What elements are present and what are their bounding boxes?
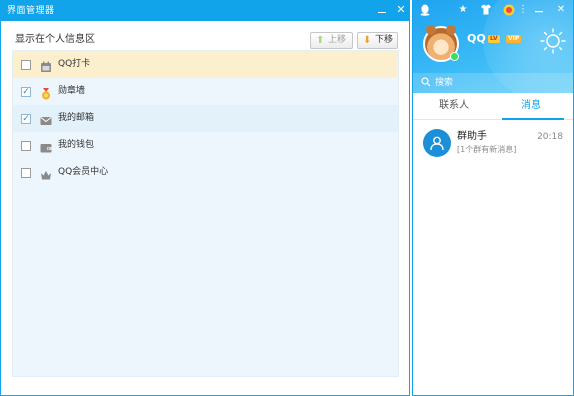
desktop: 界面管理器 ✕ 显示在个人信息区 ⬆ 上移 ⬇ 下移 QQ打卡 ✓ 勋章墙 ✓ … xyxy=(0,0,574,396)
arrow-up-icon: ⬆ xyxy=(316,35,325,46)
message-item-group-assistant[interactable]: 群助手 20:18 [1个群有新消息] xyxy=(413,125,573,163)
list-item-label: 勋章墙 xyxy=(58,86,86,96)
list-item-medal-wall[interactable]: ✓ 勋章墙 xyxy=(13,78,398,105)
profile-header: ★ ⋮ ✕ QQ LV VIP 搜索 xyxy=(413,0,573,93)
tab-contacts[interactable]: 联系人 xyxy=(439,100,469,112)
shirt-icon[interactable] xyxy=(480,4,492,16)
active-tab-indicator xyxy=(502,118,564,120)
list-item-qq-vip-center[interactable]: QQ会员中心 xyxy=(13,159,398,186)
more-menu-icon[interactable]: ⋮ xyxy=(517,4,529,16)
close-icon[interactable]: ✕ xyxy=(394,3,408,17)
list-item-label: QQ打卡 xyxy=(58,59,91,69)
search-input[interactable]: 搜索 xyxy=(413,73,573,93)
dialog-titlebar[interactable]: 界面管理器 ✕ xyxy=(1,1,409,21)
crown-icon xyxy=(40,166,52,180)
checkbox-checked[interactable]: ✓ xyxy=(21,114,31,124)
list-item-label: 我的邮箱 xyxy=(58,113,95,123)
minimize-icon[interactable] xyxy=(375,3,389,17)
group-assistant-avatar xyxy=(423,129,451,157)
message-time: 20:18 xyxy=(537,132,563,142)
search-icon xyxy=(421,77,431,87)
group-assistant-icon xyxy=(430,136,444,151)
section-label: 显示在个人信息区 xyxy=(15,34,95,45)
list-item-qq-checkin[interactable]: QQ打卡 xyxy=(13,51,398,78)
list-item-my-wallet[interactable]: 我的钱包 xyxy=(13,132,398,159)
mail-icon xyxy=(40,112,52,125)
wallet-icon xyxy=(40,139,52,153)
checkbox[interactable] xyxy=(21,141,31,151)
qq-logo-icon xyxy=(419,4,431,16)
move-up-button[interactable]: ⬆ 上移 xyxy=(310,32,353,49)
weather-sun-icon[interactable] xyxy=(540,28,566,54)
medal-icon xyxy=(40,85,52,100)
checkbox[interactable] xyxy=(21,60,31,70)
move-up-label: 上移 xyxy=(328,35,347,45)
mascot-icon[interactable] xyxy=(503,4,515,16)
dialog-title: 界面管理器 xyxy=(7,6,55,16)
nickname[interactable]: QQ xyxy=(467,32,486,45)
list-item-my-mailbox[interactable]: ✓ 我的邮箱 xyxy=(13,105,398,132)
level-badge[interactable]: LV xyxy=(488,35,500,43)
list-item-label: QQ会员中心 xyxy=(58,167,109,177)
interface-manager-dialog: 界面管理器 ✕ 显示在个人信息区 ⬆ 上移 ⬇ 下移 QQ打卡 ✓ 勋章墙 ✓ … xyxy=(0,0,410,396)
message-name: 群助手 xyxy=(457,131,487,142)
tab-messages[interactable]: 消息 xyxy=(521,100,541,112)
arrow-down-icon: ⬇ xyxy=(363,35,372,46)
vip-badge[interactable]: VIP xyxy=(506,35,522,43)
qq-main-panel: ★ ⋮ ✕ QQ LV VIP 搜索 联系人 消息 群助手 20:18 [1个群… xyxy=(412,0,574,396)
message-preview: [1个群有新消息] xyxy=(457,145,517,154)
minimize-icon[interactable] xyxy=(533,4,545,16)
checkbox[interactable] xyxy=(21,168,31,178)
checkbox-checked[interactable]: ✓ xyxy=(21,87,31,97)
list-item-label: 我的钱包 xyxy=(58,140,95,150)
move-down-button[interactable]: ⬇ 下移 xyxy=(357,32,398,49)
module-list: QQ打卡 ✓ 勋章墙 ✓ 我的邮箱 我的钱包 QQ会员中心 xyxy=(12,50,399,377)
online-status-icon[interactable] xyxy=(450,52,459,61)
star-icon[interactable]: ★ xyxy=(457,4,469,16)
move-down-label: 下移 xyxy=(375,35,394,45)
tab-bar: 联系人 消息 xyxy=(413,93,573,120)
close-icon[interactable]: ✕ xyxy=(555,4,567,16)
search-placeholder: 搜索 xyxy=(435,78,454,88)
calendar-icon xyxy=(40,58,52,72)
